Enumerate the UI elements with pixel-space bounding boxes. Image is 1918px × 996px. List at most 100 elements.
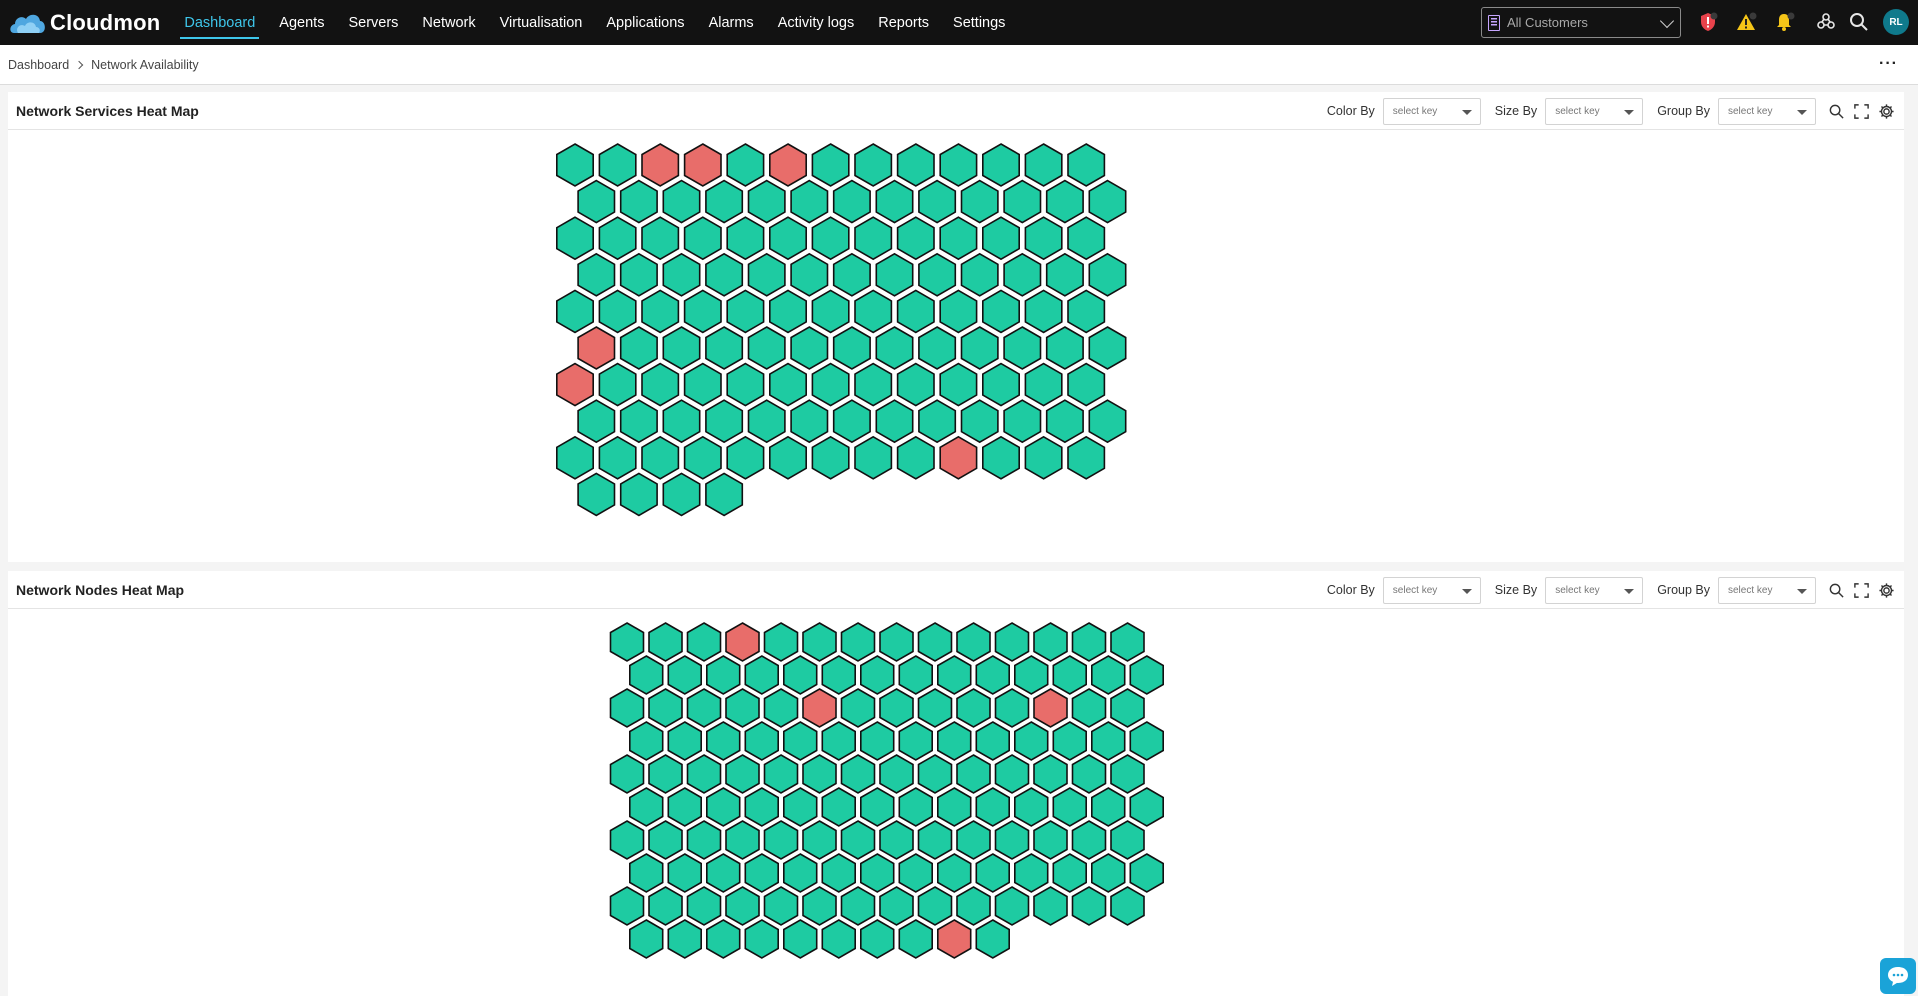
heatmap-cell-ok[interactable]: [1071, 622, 1107, 662]
heatmap-cell-ok[interactable]: [1003, 179, 1042, 224]
heatmap-cell-ok[interactable]: [726, 362, 765, 407]
heatmap-cell-ok[interactable]: [577, 252, 616, 297]
heatmap-cell-ok[interactable]: [782, 919, 818, 959]
heatmap-cell-ok[interactable]: [981, 143, 1021, 187]
heatmap-cell-ok[interactable]: [981, 362, 1021, 407]
heatmap-cell-ok[interactable]: [782, 787, 818, 827]
heatmap-cell-ok[interactable]: [854, 435, 893, 480]
heatmap-cell-ok[interactable]: [628, 919, 664, 959]
heatmap-cell-ok[interactable]: [763, 754, 799, 794]
heatmap-cell-ok[interactable]: [811, 362, 850, 407]
heatmap-cell-ok[interactable]: [1033, 886, 1068, 926]
color-by-select[interactable]: select key: [1382, 97, 1481, 125]
heatmap-cell-ok[interactable]: [1003, 252, 1042, 297]
heatmap-cell-ok[interactable]: [598, 435, 637, 480]
heatmap-cell-ok[interactable]: [1045, 326, 1084, 370]
heatmap-cell-ok[interactable]: [705, 399, 744, 444]
heatmap-cell-ok[interactable]: [609, 886, 645, 926]
heatmap-cell-ok[interactable]: [790, 179, 829, 224]
fullscreen-icon[interactable]: [1851, 580, 1871, 600]
heatmap-cell-ok[interactable]: [917, 886, 953, 926]
heatmap-cell-ok[interactable]: [683, 362, 722, 407]
heatmap-cell-ok[interactable]: [898, 787, 934, 827]
heatmap-cell-ok[interactable]: [686, 886, 722, 926]
nav-network[interactable]: Network: [410, 0, 487, 45]
heatmap-cell-ok[interactable]: [1071, 886, 1107, 926]
heatmap-cell-ok[interactable]: [811, 216, 850, 261]
heatmap-cell-ok[interactable]: [811, 435, 850, 480]
heatmap-cell-ok[interactable]: [1045, 399, 1084, 444]
heatmap-cell-ok[interactable]: [975, 721, 1011, 761]
heatmap-cell-ok[interactable]: [577, 179, 616, 224]
heatmap-cell-ok[interactable]: [898, 919, 934, 959]
heatmap-cell-ok[interactable]: [811, 143, 850, 187]
heatmap-cell-ok[interactable]: [662, 179, 701, 224]
heatmap-cell-ok[interactable]: [859, 853, 895, 893]
heatmap-cell-ok[interactable]: [918, 326, 957, 370]
heatmap-cell-down[interactable]: [768, 143, 808, 187]
heatmap-cell-ok[interactable]: [896, 362, 935, 407]
heatmap-cell-ok[interactable]: [1067, 216, 1106, 261]
heatmap-cell-ok[interactable]: [782, 721, 818, 761]
heatmap-cell-ok[interactable]: [705, 655, 741, 695]
heatmap-cell-ok[interactable]: [994, 688, 1030, 728]
heatmap-cell-ok[interactable]: [555, 289, 595, 334]
heatmap-cell-ok[interactable]: [994, 754, 1030, 794]
heatmap-cell-ok[interactable]: [705, 853, 741, 893]
heatmap-cell-ok[interactable]: [705, 472, 744, 517]
heatmap-cell-down[interactable]: [577, 326, 616, 370]
heatmap-cell-ok[interactable]: [609, 688, 645, 728]
heatmap-cell-ok[interactable]: [705, 721, 741, 761]
heatmap-cell-ok[interactable]: [917, 622, 953, 662]
heatmap-cell-ok[interactable]: [1024, 362, 1063, 407]
heatmap-cell-ok[interactable]: [768, 435, 808, 480]
heatmap-cell-ok[interactable]: [1091, 787, 1126, 827]
heatmap-cell-ok[interactable]: [725, 820, 760, 860]
heatmap-cell-ok[interactable]: [1003, 326, 1042, 370]
heatmap-cell-ok[interactable]: [956, 622, 991, 662]
heatmap-cell-ok[interactable]: [686, 688, 722, 728]
heatmap-cell-ok[interactable]: [641, 435, 680, 480]
heatmap-cell-ok[interactable]: [981, 289, 1021, 334]
heatmap-cell-ok[interactable]: [619, 399, 658, 444]
heatmap-cell-ok[interactable]: [686, 754, 722, 794]
heatmap-cell-ok[interactable]: [956, 886, 991, 926]
heatmap-cell-ok[interactable]: [1091, 853, 1126, 893]
heatmap-cell-ok[interactable]: [956, 820, 991, 860]
heatmap-cell-ok[interactable]: [667, 655, 703, 695]
nav-servers[interactable]: Servers: [336, 0, 410, 45]
heatmap-cell-ok[interactable]: [705, 787, 741, 827]
heatmap-cell-ok[interactable]: [725, 886, 760, 926]
heatmap-cell-ok[interactable]: [832, 326, 871, 370]
heatmap-cell-ok[interactable]: [577, 399, 616, 444]
heatmap-cell-ok[interactable]: [939, 216, 978, 261]
heatmap-cell-ok[interactable]: [960, 326, 999, 370]
heatmap-cell-ok[interactable]: [598, 289, 637, 334]
heatmap-cell-ok[interactable]: [1052, 853, 1087, 893]
heatmap-cell-ok[interactable]: [667, 787, 703, 827]
heatmap-cell-ok[interactable]: [821, 655, 857, 695]
heatmap-cell-ok[interactable]: [1013, 853, 1049, 893]
heatmap-cell-ok[interactable]: [854, 362, 893, 407]
customer-select[interactable]: All Customers: [1481, 7, 1681, 38]
heatmap-cell-ok[interactable]: [763, 622, 799, 662]
heatmap-cell-ok[interactable]: [975, 787, 1011, 827]
heatmap-cell-ok[interactable]: [840, 754, 876, 794]
heatmap-cell-ok[interactable]: [840, 886, 876, 926]
heatmap-cell-ok[interactable]: [641, 289, 680, 334]
heatmap-cell-ok[interactable]: [705, 326, 744, 370]
heatmap-cell-ok[interactable]: [662, 472, 701, 517]
heatmap-cell-ok[interactable]: [1045, 179, 1084, 224]
heatmap-cell-ok[interactable]: [619, 326, 658, 370]
nav-reports[interactable]: Reports: [866, 0, 941, 45]
heatmap-cell-ok[interactable]: [936, 655, 972, 695]
heatmap-cell-ok[interactable]: [821, 721, 857, 761]
nav-applications[interactable]: Applications: [594, 0, 696, 45]
heatmap-cell-ok[interactable]: [879, 886, 914, 926]
heatmap-cell-ok[interactable]: [1013, 787, 1049, 827]
bell-icon[interactable]: [1771, 9, 1797, 35]
heatmap-cell-ok[interactable]: [641, 362, 680, 407]
heatmap-cell-ok[interactable]: [1024, 289, 1063, 334]
heatmap-cell-ok[interactable]: [960, 399, 999, 444]
heatmap-cell-ok[interactable]: [705, 179, 744, 224]
